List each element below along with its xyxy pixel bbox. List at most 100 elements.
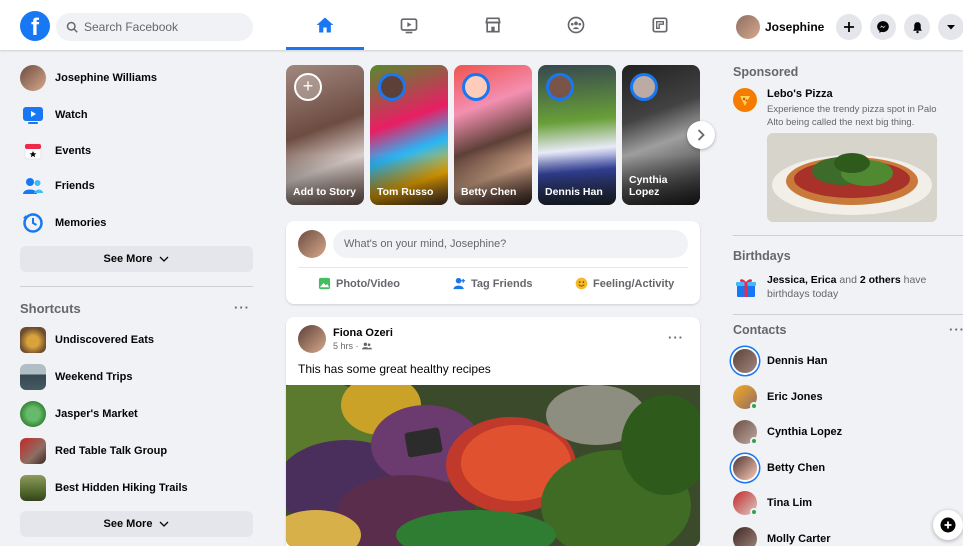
search-icon (66, 21, 78, 33)
left-sidebar: Josephine Williams Watch Events Friends … (0, 50, 270, 546)
chevron-down-icon (159, 256, 169, 262)
contact-item[interactable]: Tina Lim (733, 489, 812, 517)
sidebar-item-watch[interactable]: Watch (20, 100, 255, 130)
bell-icon (912, 21, 922, 33)
post-card: Fiona Ozeri 5 hrs · ··· This has some gr… (286, 317, 700, 546)
contact-item[interactable]: Betty Chen (733, 454, 825, 482)
online-indicator (750, 508, 758, 516)
sidebar-item-friends[interactable]: Friends (20, 171, 255, 201)
notifications-button[interactable] (904, 14, 930, 40)
friends-privacy-icon (361, 342, 372, 350)
marketplace-icon (485, 17, 501, 33)
caret-down-icon (947, 25, 955, 30)
post-time[interactable]: 5 hrs · (333, 341, 359, 351)
story-card[interactable]: Tom Russo (370, 65, 448, 205)
divider (733, 235, 963, 236)
ad-name[interactable]: Lebo's Pizza (767, 88, 833, 100)
story-name: Add to Story (293, 186, 356, 198)
sidebar-item-label: Events (55, 145, 92, 157)
stories-next-button[interactable] (687, 121, 715, 149)
contact-item[interactable]: Molly Carter (733, 525, 831, 546)
avatar[interactable] (298, 325, 326, 353)
photo-video-button[interactable]: Photo/Video (318, 277, 400, 290)
shortcut-thumbnail (20, 438, 46, 464)
story-name: Betty Chen (461, 186, 517, 198)
story-card[interactable]: Dennis Han (538, 65, 616, 205)
story-card[interactable]: Betty Chen (454, 65, 532, 205)
food-photo (286, 385, 700, 546)
divider (298, 267, 688, 268)
tab-home[interactable] (286, 5, 364, 50)
right-sidebar: Sponsored Lebo's Pizza Experience the tr… (720, 50, 963, 546)
online-indicator (750, 402, 758, 410)
home-icon (316, 17, 334, 33)
shortcut-label: Undiscovered Eats (55, 334, 155, 346)
contact-item[interactable]: Eric Jones (733, 383, 823, 411)
chevron-down-icon (159, 521, 169, 527)
sidebar-item-profile[interactable]: Josephine Williams (20, 63, 255, 93)
ad-logo[interactable] (733, 88, 757, 112)
shortcut-item[interactable]: Jasper's Market (20, 399, 255, 429)
tab-watch[interactable] (370, 5, 448, 45)
avatar (462, 73, 490, 101)
contacts-title: Contacts (733, 323, 787, 337)
sidebar-item-memories[interactable]: Memories (20, 208, 255, 238)
sidebar-item-label: Watch (55, 109, 88, 121)
contact-item[interactable]: Dennis Han (733, 347, 828, 375)
ad-image[interactable] (767, 133, 937, 222)
shortcut-item[interactable]: Best Hidden Hiking Trails (20, 473, 255, 503)
search-input[interactable] (84, 20, 244, 34)
shortcut-thumbnail (20, 401, 46, 427)
story-name: Tom Russo (377, 186, 434, 198)
avatar (20, 65, 46, 91)
sponsored-title: Sponsored (733, 65, 799, 79)
composer-input[interactable] (333, 230, 688, 258)
profile-chip[interactable]: Josephine (733, 13, 832, 41)
avatar (733, 491, 758, 516)
avatar (630, 73, 658, 101)
post-image[interactable] (286, 385, 700, 546)
avatar (378, 73, 406, 101)
create-button[interactable] (836, 14, 862, 40)
profile-name: Josephine (765, 20, 825, 34)
groups-icon (567, 16, 585, 34)
search-box[interactable] (56, 13, 253, 41)
new-message-button[interactable] (933, 510, 963, 540)
contacts-more-icon[interactable]: ··· (949, 322, 963, 337)
shortcut-thumbnail (20, 364, 46, 390)
birthday-row[interactable]: Jessica, Erica and 2 others have birthda… (733, 272, 963, 302)
pizza-icon (740, 96, 750, 106)
divider (20, 286, 253, 287)
sidebar-item-label: Memories (55, 217, 107, 229)
ad-text: Experience the trendy pizza spot in Palo… (767, 104, 937, 128)
post-more-icon[interactable]: ··· (668, 330, 684, 345)
avatar (733, 420, 758, 445)
tab-groups[interactable] (537, 5, 615, 45)
account-menu-button[interactable] (938, 14, 963, 40)
tag-friends-button[interactable]: Tag Friends (453, 277, 533, 290)
watch-icon (400, 18, 418, 34)
post-text: This has some great healthy recipes (298, 362, 491, 376)
messenger-button[interactable] (870, 14, 896, 40)
new-message-icon (940, 517, 956, 533)
story-name: Cynthia Lopez (629, 174, 668, 198)
tab-gaming[interactable] (621, 5, 699, 45)
feeling-activity-button[interactable]: Feeling/Activity (575, 277, 674, 290)
shortcut-thumbnail (20, 475, 46, 501)
post-author[interactable]: Fiona Ozeri (333, 327, 393, 339)
see-more-shortcuts-button[interactable]: See More (20, 511, 253, 537)
story-card-add[interactable]: + Add to Story (286, 65, 364, 205)
contact-item[interactable]: Cynthia Lopez (733, 418, 842, 446)
avatar (298, 230, 326, 258)
shortcuts-more-icon[interactable]: ··· (234, 300, 250, 315)
see-more-button[interactable]: See More (20, 246, 253, 272)
sidebar-item-events[interactable]: Events (20, 136, 255, 166)
tab-marketplace[interactable] (454, 5, 532, 45)
shortcut-item[interactable]: Undiscovered Eats (20, 325, 255, 355)
shortcut-item[interactable]: Weekend Trips (20, 362, 255, 392)
watch-icon (23, 107, 43, 124)
messenger-icon (877, 21, 889, 33)
facebook-logo[interactable]: f (20, 11, 50, 41)
shortcut-item[interactable]: Red Table Talk Group (20, 436, 255, 466)
plus-icon[interactable]: + (294, 73, 322, 101)
